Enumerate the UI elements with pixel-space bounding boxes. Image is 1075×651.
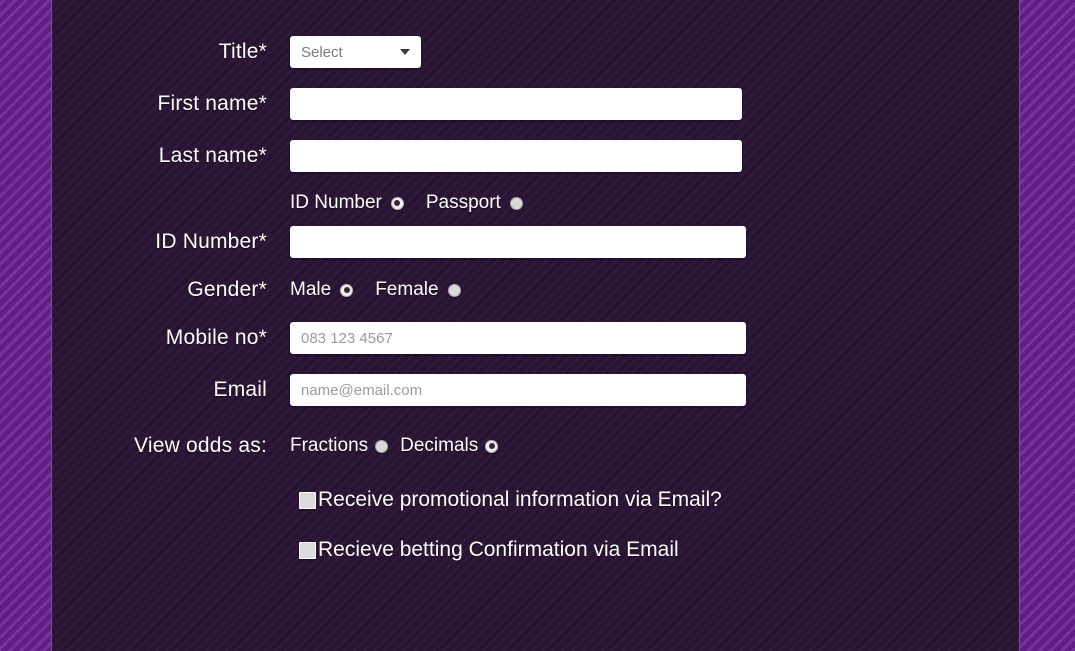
id-type-radio-group: ID Number Passport xyxy=(290,192,523,214)
label-email: Email xyxy=(213,378,267,401)
radio-option-passport[interactable]: Passport xyxy=(426,192,523,214)
first-name-input[interactable] xyxy=(290,88,742,120)
radio-female[interactable] xyxy=(447,283,461,297)
page-background: Title* Select First name* Last name* ID … xyxy=(0,0,1075,651)
form-row-odds-view: View odds as: Fractions Decimals xyxy=(52,434,1019,458)
label-mobile: Mobile no* xyxy=(165,326,267,349)
form-row-id-number: ID Number* xyxy=(52,226,1019,258)
checkbox-row-promotional: Receive promotional information via Emai… xyxy=(290,488,1019,512)
form-row-email: Email xyxy=(52,374,1019,406)
title-select[interactable]: Select xyxy=(290,36,421,68)
label-id-number: ID Number* xyxy=(155,230,267,253)
radio-option-id-number[interactable]: ID Number xyxy=(290,192,404,214)
form-row-first-name: First name* xyxy=(52,88,1019,120)
field-id-number xyxy=(290,226,1019,258)
label-gender: Gender* xyxy=(187,278,267,301)
registration-form: Title* Select First name* Last name* ID … xyxy=(52,0,1019,562)
radio-label-passport: Passport xyxy=(425,192,501,213)
radio-decimals[interactable] xyxy=(485,439,499,453)
checkbox-label-betting-confirmation: Recieve betting Confirmation via Email xyxy=(318,538,679,561)
field-odds-view: Fractions Decimals xyxy=(290,435,1019,457)
label-last-name: Last name* xyxy=(158,144,267,167)
checkbox-label-promotional: Receive promotional information via Emai… xyxy=(318,488,722,511)
field-title: Select xyxy=(290,36,1019,68)
id-number-input[interactable] xyxy=(290,226,746,258)
radio-fractions[interactable] xyxy=(375,439,389,453)
odds-view-radio-group: Fractions Decimals xyxy=(290,435,499,457)
gender-radio-group: Male Female xyxy=(290,279,461,301)
checkbox-row-betting-confirmation: Recieve betting Confirmation via Email xyxy=(290,538,1019,562)
radio-passport[interactable] xyxy=(509,196,523,210)
checkbox-betting-confirmation[interactable] xyxy=(299,541,316,559)
last-name-input[interactable] xyxy=(290,140,742,172)
label-odds-view: View odds as: xyxy=(134,434,267,457)
field-first-name xyxy=(290,88,1019,120)
radio-label-id-number: ID Number xyxy=(290,192,382,213)
field-email xyxy=(290,374,1019,406)
mobile-input[interactable] xyxy=(290,322,746,354)
form-row-id-type: ID Number Passport xyxy=(52,192,1019,214)
radio-option-female[interactable]: Female xyxy=(375,279,461,301)
radio-male[interactable] xyxy=(340,283,354,297)
field-gender: Male Female xyxy=(290,279,1019,301)
checkbox-promotional[interactable] xyxy=(299,491,316,509)
form-row-last-name: Last name* xyxy=(52,140,1019,172)
radio-label-male: Male xyxy=(290,279,332,300)
label-title: Title* xyxy=(218,40,267,63)
form-row-mobile: Mobile no* xyxy=(52,322,1019,354)
radio-label-decimals: Decimals xyxy=(400,435,479,456)
radio-label-fractions: Fractions xyxy=(290,435,369,456)
radio-label-female: Female xyxy=(375,279,439,300)
email-input[interactable] xyxy=(290,374,746,406)
registration-form-panel: Title* Select First name* Last name* ID … xyxy=(51,0,1020,651)
field-last-name xyxy=(290,140,1019,172)
title-select-value: Select xyxy=(301,43,343,61)
radio-option-decimals[interactable]: Decimals xyxy=(400,435,499,457)
radio-option-male[interactable]: Male xyxy=(290,279,354,301)
chevron-down-icon xyxy=(400,49,410,55)
form-row-title: Title* Select xyxy=(52,36,1019,68)
radio-id-number[interactable] xyxy=(390,196,404,210)
field-id-type: ID Number Passport xyxy=(290,192,1019,214)
radio-option-fractions[interactable]: Fractions xyxy=(290,435,389,457)
field-mobile xyxy=(290,322,1019,354)
label-first-name: First name* xyxy=(157,92,267,115)
form-row-gender: Gender* Male Female xyxy=(52,278,1019,302)
